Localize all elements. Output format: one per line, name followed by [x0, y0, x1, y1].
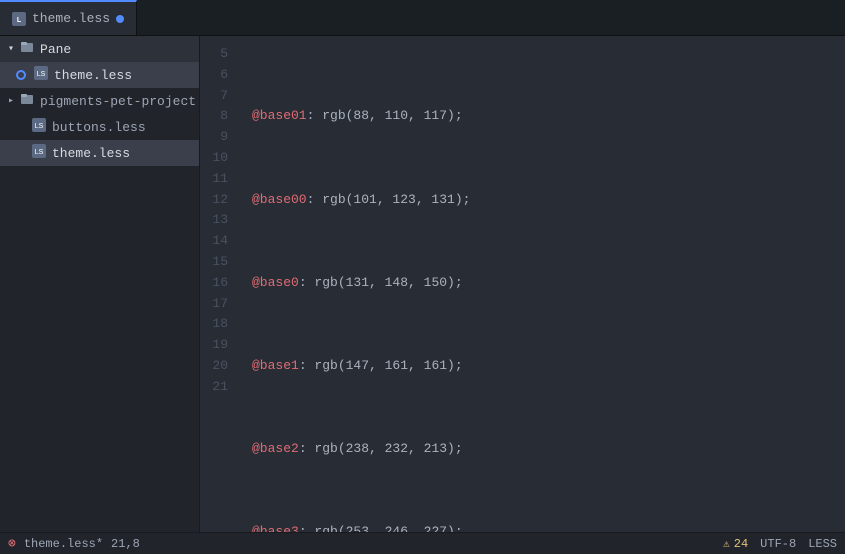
editor-pane[interactable]: 5 6 7 8 9 10 11 12 13 14 15 16 17 18 19 …: [200, 36, 845, 532]
status-bar: ⊗ theme.less* 21,8 ⚠ 24 UTF-8 LESS: [0, 532, 845, 554]
less-file-icon: LS: [34, 66, 48, 84]
svg-text:LS: LS: [35, 149, 44, 156]
sidebar-item-theme-less-tree-label: theme.less: [52, 146, 130, 161]
svg-text:LS: LS: [37, 71, 46, 78]
status-filename: theme.less*: [24, 537, 103, 551]
sidebar-item-pane-label: Pane: [40, 42, 71, 57]
tab-bar: L theme.less: [0, 0, 845, 36]
tab-modified-dot: [116, 15, 124, 23]
code-line-5: @base01: rgb(88, 110, 117);: [240, 106, 845, 127]
main-area: ▾ Pane LS theme.less ▸ pigments-pet-proj…: [0, 36, 845, 532]
sidebar-item-theme-less-tree[interactable]: LS theme.less: [0, 140, 199, 166]
code-line-8: @base1: rgb(147, 161, 161);: [240, 356, 845, 377]
sidebar-item-buttons-less-label: buttons.less: [52, 120, 146, 135]
code-area[interactable]: @base01: rgb(88, 110, 117); @base00: rgb…: [240, 36, 845, 532]
tab-theme-less[interactable]: L theme.less: [0, 0, 137, 35]
chevron-right-icon: ▸: [8, 95, 14, 107]
theme-less-tree-icon: LS: [32, 144, 46, 162]
warning-icon: ⚠: [723, 537, 730, 551]
svg-text:L: L: [17, 17, 22, 24]
sidebar-item-theme-less-root[interactable]: LS theme.less: [0, 62, 199, 88]
sidebar-item-project-label: pigments-pet-project: [40, 94, 196, 109]
status-right: ⚠ 24 UTF-8 LESS: [723, 537, 837, 551]
sidebar-item-theme-less-root-label: theme.less: [54, 68, 132, 83]
project-folder-icon: [20, 92, 34, 110]
sidebar-item-project-folder[interactable]: ▸ pigments-pet-project: [0, 88, 199, 114]
code-line-10: @base3: rgb(253, 246, 227);: [240, 522, 845, 532]
sidebar-item-buttons-less[interactable]: LS buttons.less: [0, 114, 199, 140]
status-encoding: UTF-8: [760, 537, 796, 551]
sidebar: ▾ Pane LS theme.less ▸ pigments-pet-proj…: [0, 36, 200, 532]
code-line-7: @base0: rgb(131, 148, 150);: [240, 273, 845, 294]
active-file-indicator: [16, 70, 26, 80]
status-left: ⊗ theme.less* 21,8: [8, 536, 140, 551]
svg-text:LS: LS: [35, 123, 44, 130]
buttons-less-icon: LS: [32, 118, 46, 136]
warning-badge: ⚠ 24: [723, 537, 748, 551]
tab-label: theme.less: [32, 11, 110, 26]
tab-file-icon: L: [12, 12, 26, 26]
warning-count: 24: [734, 537, 748, 551]
chevron-down-icon: ▾: [8, 43, 14, 55]
code-line-9: @base2: rgb(238, 232, 213);: [240, 439, 845, 460]
status-lang: LESS: [808, 537, 837, 551]
line-numbers: 5 6 7 8 9 10 11 12 13 14 15 16 17 18 19 …: [200, 36, 240, 532]
status-error-icon: ⊗: [8, 536, 16, 551]
sidebar-item-pane[interactable]: ▾ Pane: [0, 36, 199, 62]
var-base01: @base01: [252, 106, 307, 127]
status-position: 21,8: [111, 537, 140, 551]
editor-content[interactable]: 5 6 7 8 9 10 11 12 13 14 15 16 17 18 19 …: [200, 36, 845, 532]
folder-icon: [20, 40, 34, 58]
code-line-6: @base00: rgb(101, 123, 131);: [240, 190, 845, 211]
